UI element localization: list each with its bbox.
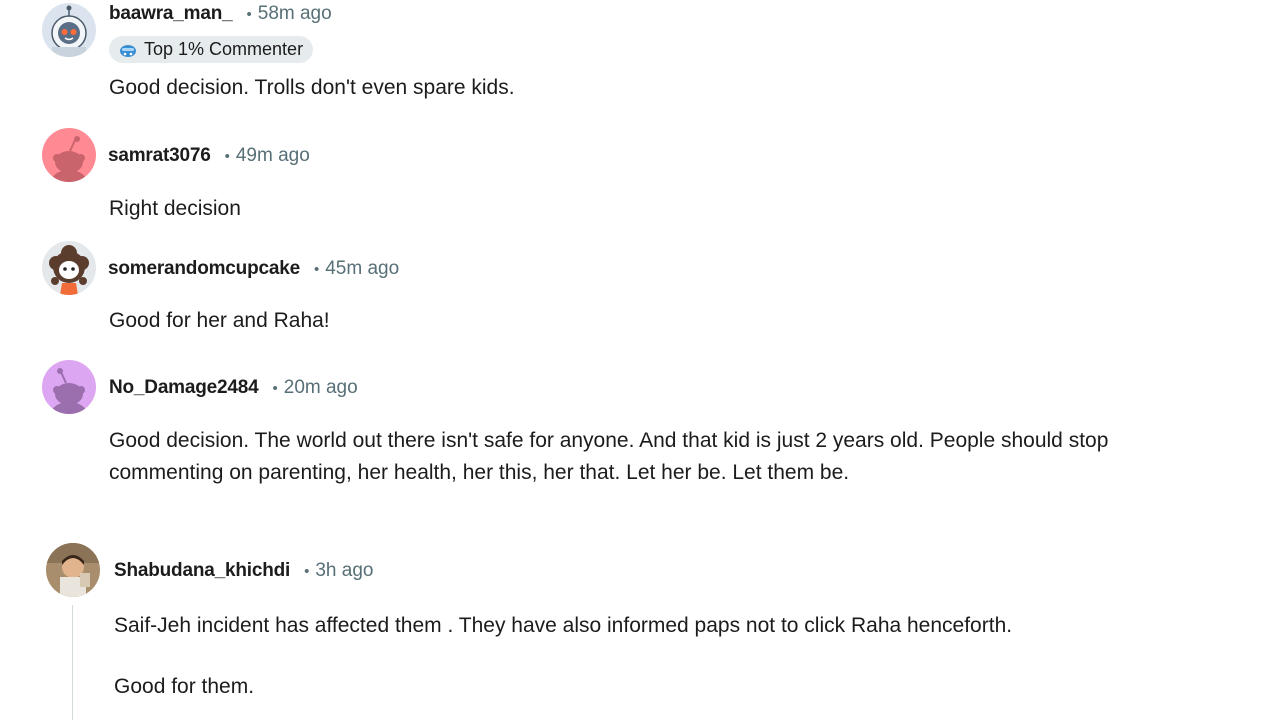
user-avatar-icon[interactable]: [42, 3, 96, 57]
comment-body: Right decision: [109, 193, 241, 225]
user-flair-badge: Top 1% Commenter: [109, 36, 314, 63]
comment-text: Good for them.: [114, 675, 255, 698]
comment-meta: No_Damage2484 • 20m ago: [109, 377, 358, 399]
user-avatar-icon[interactable]: [42, 360, 96, 414]
timestamp[interactable]: 45m ago: [325, 258, 399, 280]
comment-text: Good for her and Raha!: [109, 309, 330, 332]
comment-body: Saif-Jeh incident has affected them . Th…: [114, 610, 1012, 642]
separator-dot: •: [246, 5, 252, 23]
timestamp[interactable]: 49m ago: [236, 145, 310, 167]
comment-text-line: Good decision. The world out there isn't…: [109, 429, 1109, 452]
comment-meta: somerandomcupcake • 45m ago: [108, 258, 399, 280]
separator-dot: •: [272, 379, 278, 397]
user-avatar-icon[interactable]: [42, 241, 96, 295]
separator-dot: •: [313, 260, 320, 278]
username-link[interactable]: somerandomcupcake: [108, 258, 300, 280]
comment-text: Good decision. Trolls don't even spare k…: [109, 76, 515, 99]
user-avatar-icon[interactable]: [46, 543, 100, 597]
comment-text: Right decision: [109, 197, 241, 220]
action-row-clipped: [110, 122, 430, 128]
timestamp[interactable]: 3h ago: [315, 560, 373, 582]
username-link[interactable]: Shabudana_khichdi: [114, 560, 290, 582]
timestamp[interactable]: 58m ago: [258, 3, 332, 25]
comment-meta: samrat3076 • 49m ago: [108, 145, 310, 167]
timestamp[interactable]: 20m ago: [284, 377, 358, 399]
comment-body: Good decision. The world out there isn't…: [109, 425, 1108, 489]
comment-body: Good for them.: [114, 671, 254, 703]
thread-line[interactable]: [72, 605, 73, 720]
separator-dot: •: [224, 147, 230, 165]
comment-meta: Shabudana_khichdi • 3h ago: [114, 560, 373, 582]
flair-label: Top 1% Commenter: [144, 39, 304, 59]
username-link[interactable]: samrat3076: [108, 145, 211, 167]
trophy-snoo-icon: [120, 44, 136, 57]
comment-body: Good decision. Trolls don't even spare k…: [109, 72, 515, 104]
username-link[interactable]: No_Damage2484: [109, 377, 259, 399]
comment-meta: baawra_man_ • 58m ago: [109, 3, 332, 25]
comment-text-line: commenting on parenting, her health, her…: [109, 461, 850, 484]
user-avatar-icon[interactable]: [42, 128, 96, 182]
comment-body: Good for her and Raha!: [109, 305, 330, 337]
separator-dot: •: [304, 562, 310, 580]
comment-text: Saif-Jeh incident has affected them . Th…: [114, 614, 1013, 637]
username-link[interactable]: baawra_man_: [109, 3, 233, 25]
